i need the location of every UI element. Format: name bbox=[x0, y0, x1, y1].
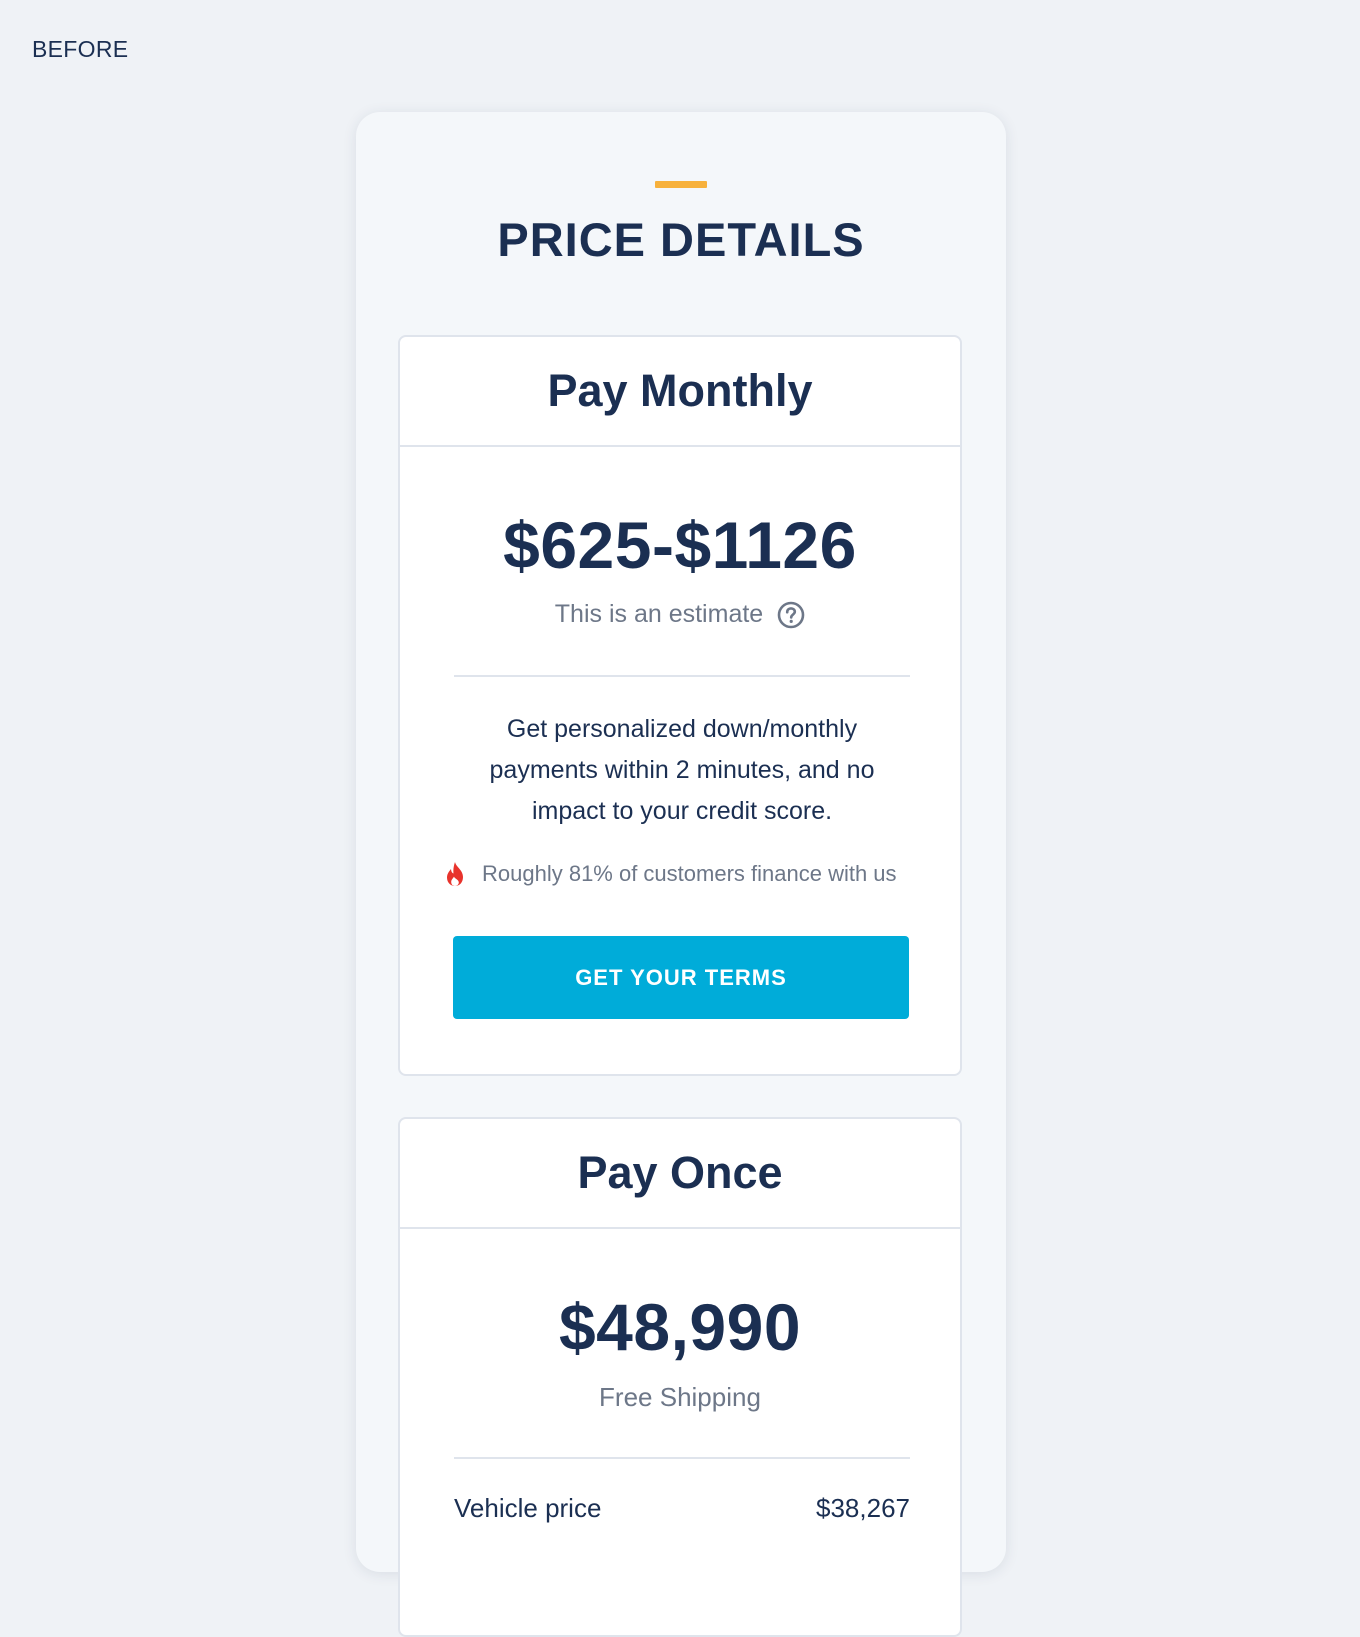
pay-once-price: $48,990 bbox=[558, 1290, 802, 1364]
monthly-description: Get personalized down/monthly payments w… bbox=[489, 715, 875, 825]
estimate-text: This is an estimate bbox=[554, 600, 764, 628]
monthly-price-range: $625-$1126 bbox=[503, 508, 857, 582]
shipping-text: Free Shipping bbox=[599, 1382, 761, 1412]
line-item-value: $38,267 bbox=[816, 1493, 910, 1523]
line-item-row: Vehicle price $38,267 bbox=[454, 1493, 910, 1524]
pay-once-card: Pay Once $48,990 Free Shipping Vehicle p… bbox=[398, 1117, 962, 1637]
monthly-divider bbox=[454, 675, 910, 677]
finance-hint: Roughly 81% of customers finance with us bbox=[444, 861, 924, 887]
get-your-terms-button[interactable]: GET YOUR TERMS bbox=[453, 936, 909, 1019]
estimate-row: This is an estimate bbox=[400, 600, 960, 629]
fire-icon bbox=[444, 861, 466, 887]
price-details-panel: PRICE DETAILS Pay Monthly $625-$1126 Thi… bbox=[356, 112, 1006, 1637]
before-label: BEFORE bbox=[32, 36, 129, 62]
title-accent-bar bbox=[655, 181, 707, 188]
price-details-title: PRICE DETAILS bbox=[497, 213, 865, 266]
line-item-label: Vehicle price bbox=[454, 1493, 602, 1523]
question-circle-icon[interactable] bbox=[777, 601, 805, 629]
pay-monthly-title: Pay Monthly bbox=[400, 337, 960, 447]
pay-once-title: Pay Once bbox=[400, 1119, 960, 1229]
pay-monthly-card: Pay Monthly $625-$1126 This is an estima… bbox=[398, 335, 962, 1076]
finance-hint-text: Roughly 81% of customers finance with us bbox=[482, 861, 897, 886]
once-divider bbox=[454, 1457, 910, 1459]
